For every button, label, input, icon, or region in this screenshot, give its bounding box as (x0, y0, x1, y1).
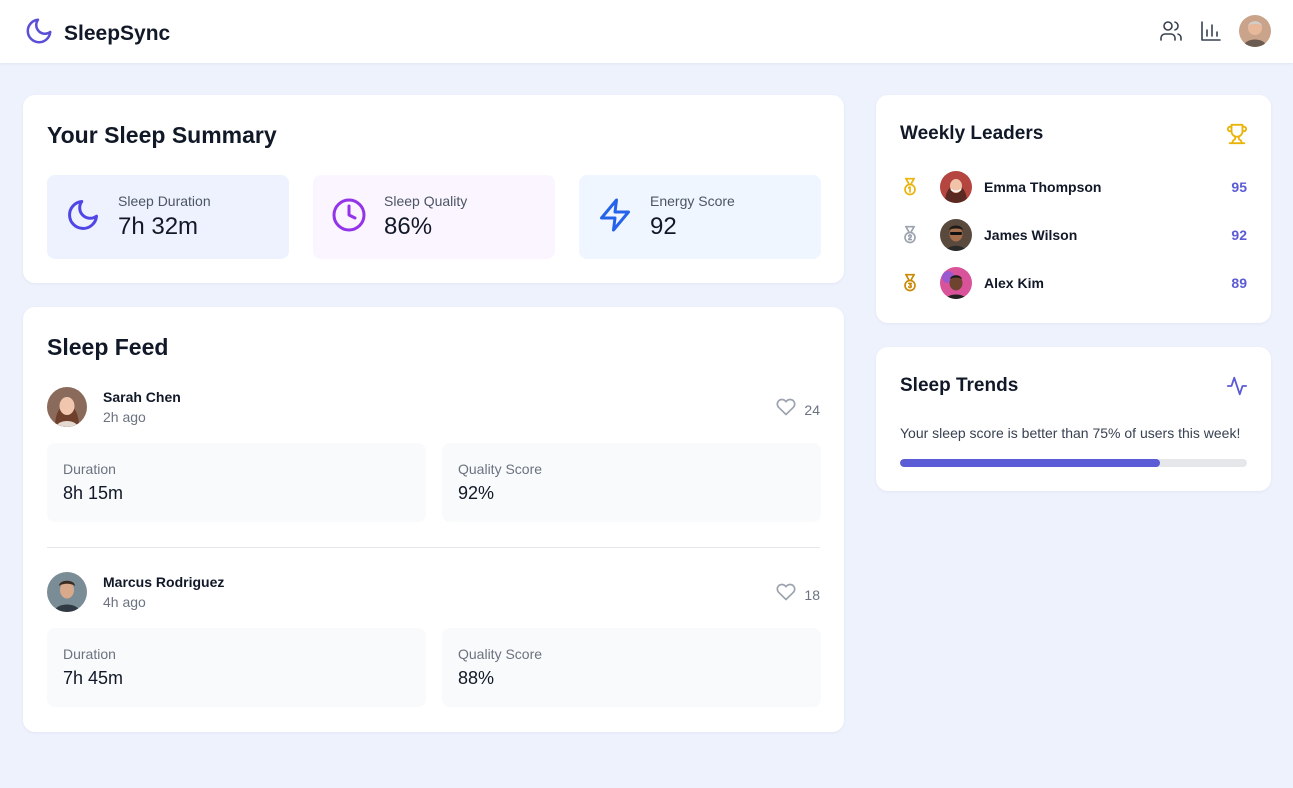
avatar[interactable] (47, 572, 87, 612)
top-navigation-bar: SleepSync (0, 0, 1293, 63)
leader-row[interactable]: Alex Kim 89 (900, 267, 1247, 299)
sleep-trends-card: Sleep Trends Your sleep score is better … (876, 347, 1271, 491)
post-header: Marcus Rodriguez 4h ago 18 (47, 572, 820, 612)
stat-label: Energy Score (650, 193, 735, 209)
metric-label: Duration (63, 461, 116, 477)
user-avatar[interactable] (1239, 15, 1271, 47)
post-author[interactable]: Sarah Chen (103, 389, 181, 405)
feed-post: Sarah Chen 2h ago 24 Duration 8h 15m Qua… (47, 387, 821, 522)
summary-stats: Sleep Duration 7h 32m Sleep Quality 86% … (47, 175, 821, 259)
like-button[interactable]: 24 (776, 397, 820, 422)
bronze-medal-icon (900, 273, 920, 293)
moon-icon (65, 197, 101, 238)
stat-value: 7h 32m (118, 213, 199, 240)
brand-name: SleepSync (64, 21, 171, 45)
heart-icon (776, 582, 796, 607)
gold-medal-icon (900, 177, 920, 197)
post-author[interactable]: Marcus Rodriguez (103, 574, 224, 590)
trophy-icon (1226, 123, 1248, 150)
stat-value: 92 (650, 213, 677, 240)
stat-value: 86% (384, 213, 433, 240)
sleep-feed-card: Sleep Feed Sarah Chen 2h ago 24 Duration… (23, 307, 844, 732)
leader-row[interactable]: James Wilson 92 (900, 219, 1247, 251)
trends-title: Sleep Trends (900, 375, 1019, 396)
bar-chart-icon[interactable] (1199, 19, 1223, 43)
weekly-leaders-card: Weekly Leaders Emma Thompson 95 James Wi… (876, 95, 1271, 323)
avatar (940, 171, 972, 203)
post-time: 4h ago (103, 594, 146, 610)
silver-medal-icon (900, 225, 920, 245)
feed-title: Sleep Feed (47, 334, 169, 360)
metric-value: 8h 15m (63, 483, 124, 503)
heart-icon (776, 397, 796, 422)
moon-icon (24, 16, 54, 51)
users-icon[interactable] (1159, 19, 1183, 43)
leader-score: 95 (1231, 179, 1247, 195)
leaders-title: Weekly Leaders (900, 123, 1044, 144)
post-time: 2h ago (103, 409, 146, 425)
post-header: Sarah Chen 2h ago 24 (47, 387, 820, 427)
metric-label: Quality Score (458, 646, 543, 662)
avatar[interactable] (47, 387, 87, 427)
metric-duration: Duration 8h 15m (47, 443, 426, 522)
leader-name: Emma Thompson (984, 179, 1102, 195)
metric-label: Quality Score (458, 461, 543, 477)
progress-bar (900, 459, 1247, 467)
stat-label: Sleep Duration (118, 193, 211, 209)
leader-score: 89 (1231, 275, 1247, 291)
stat-label: Sleep Quality (384, 193, 468, 209)
metric-quality: Quality Score 88% (442, 628, 821, 707)
like-count: 24 (804, 401, 820, 418)
leader-name: James Wilson (984, 227, 1078, 243)
like-button[interactable]: 18 (776, 582, 820, 607)
avatar (940, 219, 972, 251)
progress-fill (900, 459, 1161, 467)
metric-duration: Duration 7h 45m (47, 628, 426, 707)
clock-icon (331, 197, 367, 238)
activity-icon (1226, 375, 1248, 402)
summary-title: Your Sleep Summary (47, 122, 277, 148)
stat-sleep-quality: Sleep Quality 86% (313, 175, 555, 259)
like-count: 18 (804, 586, 820, 603)
leader-score: 92 (1231, 227, 1247, 243)
metric-value: 88% (458, 668, 495, 688)
sleep-summary-card: Your Sleep Summary Sleep Duration 7h 32m… (23, 95, 844, 283)
feed-post: Marcus Rodriguez 4h ago 18 Duration 7h 4… (47, 572, 821, 707)
post-metrics: Duration 8h 15m Quality Score 92% (47, 443, 821, 522)
stat-sleep-duration: Sleep Duration 7h 32m (47, 175, 289, 259)
metric-label: Duration (63, 646, 116, 662)
divider (47, 547, 820, 548)
trends-text: Your sleep score is better than 75% of u… (900, 425, 1241, 441)
lightning-icon (597, 197, 633, 238)
avatar (940, 267, 972, 299)
metric-value: 92% (458, 483, 495, 503)
header-actions (1159, 15, 1271, 47)
leader-name: Alex Kim (984, 275, 1044, 291)
metric-quality: Quality Score 92% (442, 443, 821, 522)
metric-value: 7h 45m (63, 668, 124, 688)
brand[interactable]: SleepSync (24, 16, 170, 51)
post-metrics: Duration 7h 45m Quality Score 88% (47, 628, 821, 707)
stat-energy-score: Energy Score 92 (579, 175, 821, 259)
leader-row[interactable]: Emma Thompson 95 (900, 171, 1247, 203)
